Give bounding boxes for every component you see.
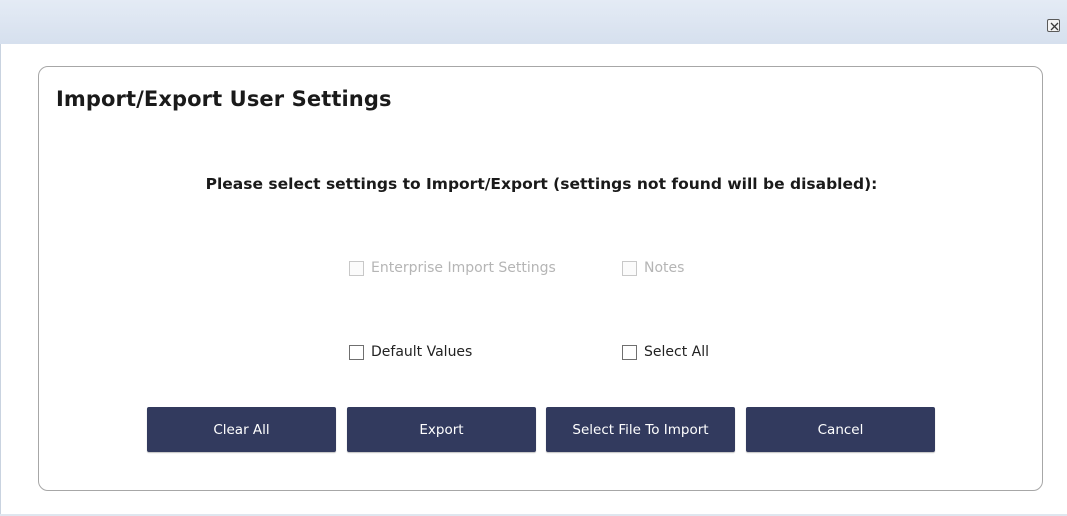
- window-border-left: [0, 44, 1, 516]
- checkbox-label: Select All: [644, 344, 709, 360]
- select-all-checkbox[interactable]: Select All: [622, 342, 709, 362]
- enterprise-import-settings-checkbox[interactable]: Enterprise Import Settings: [349, 258, 556, 278]
- export-button[interactable]: Export: [347, 407, 536, 452]
- settings-panel: Import/Export User Settings Please selec…: [38, 66, 1043, 491]
- select-file-to-import-button[interactable]: Select File To Import: [546, 407, 735, 452]
- close-button[interactable]: [1047, 19, 1060, 32]
- checkbox-box: [349, 344, 364, 360]
- checkbox-box: [349, 260, 364, 276]
- clear-all-button[interactable]: Clear All: [147, 407, 336, 452]
- checkbox-label: Enterprise Import Settings: [371, 260, 556, 276]
- checkbox-box: [622, 260, 637, 276]
- notes-checkbox[interactable]: Notes: [622, 258, 684, 278]
- checkbox-box: [622, 344, 637, 360]
- title-bar: [0, 0, 1067, 44]
- instruction-text: Please select settings to Import/Export …: [205, 175, 878, 193]
- default-values-checkbox[interactable]: Default Values: [349, 342, 472, 362]
- dialog-title: Import/Export User Settings: [56, 87, 392, 111]
- checkbox-label: Notes: [644, 260, 685, 276]
- cancel-button[interactable]: Cancel: [746, 407, 935, 452]
- checkbox-label: Default Values: [371, 344, 473, 360]
- close-icon: [1050, 22, 1059, 31]
